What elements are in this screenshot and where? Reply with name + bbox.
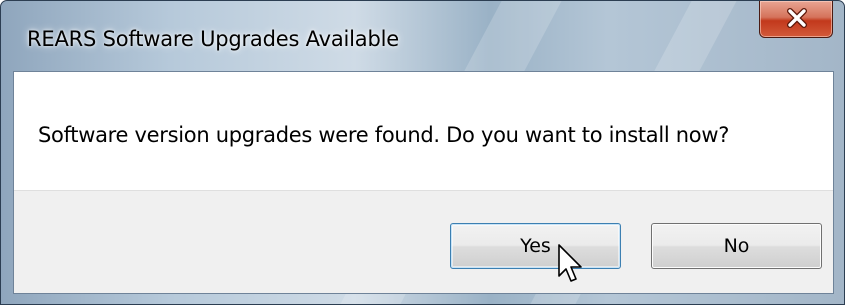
dialog-content: Software version upgrades were found. Do… [13, 71, 834, 294]
window-title: REARS Software Upgrades Available [27, 27, 399, 51]
title-bar[interactable]: REARS Software Upgrades Available [1, 1, 844, 71]
close-button[interactable] [759, 1, 833, 38]
dialog-window: REARS Software Upgrades Available Softwa… [0, 0, 845, 305]
dialog-message: Software version upgrades were found. Do… [38, 123, 730, 147]
close-icon [787, 8, 807, 28]
no-button[interactable]: No [651, 223, 822, 269]
button-area: Yes No [14, 190, 833, 293]
yes-button[interactable]: Yes [450, 223, 621, 269]
message-area: Software version upgrades were found. Do… [14, 72, 833, 190]
